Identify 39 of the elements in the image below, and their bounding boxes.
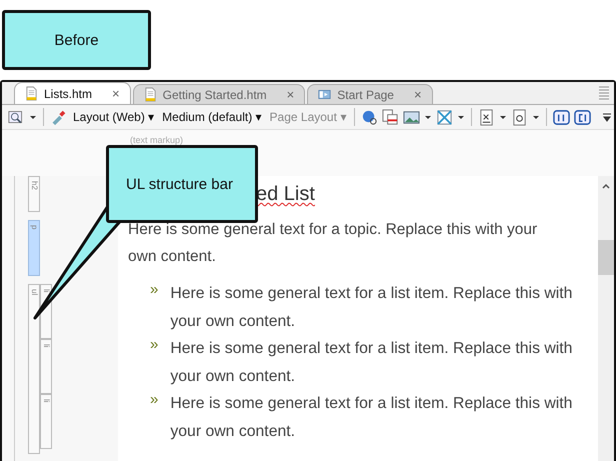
close-button[interactable]: × [112, 86, 120, 101]
list-item: Here is some general text for a list item. Replace this with your own content. [170, 394, 574, 442]
dropdown[interactable]: Layout (Web) ▾ [71, 110, 156, 124]
structure-bar[interactable]: h2 [28, 176, 40, 212]
close-button[interactable]: × [286, 87, 294, 102]
structure-bar[interactable]: ul [28, 284, 40, 454]
structure-bar[interactable]: li [40, 339, 52, 394]
callout: Before [2, 10, 151, 70]
document-icon [144, 87, 157, 102]
scroll-up-icon[interactable] [601, 182, 611, 190]
copy-icon[interactable] [382, 108, 400, 126]
document-icon [25, 86, 38, 101]
caret-icon[interactable] [29, 113, 37, 121]
tab[interactable]: Getting Started.htm × [132, 84, 306, 104]
bullet-icon: » [150, 390, 158, 445]
scrollbar[interactable] [598, 176, 614, 461]
preview-icon[interactable] [8, 108, 25, 126]
caret-icon[interactable] [457, 113, 466, 121]
image-icon[interactable] [403, 108, 420, 126]
dropdown[interactable]: Medium (default) ▾ [160, 110, 264, 124]
bullet-icon: » [150, 280, 158, 335]
paragraph: Here is some general text for a topic. Replace this with your own content. [128, 220, 538, 267]
scroll-thumb[interactable] [598, 240, 614, 275]
tab[interactable]: Start Page × [307, 84, 433, 104]
list-item: Here is some general text for a list item. Replace this with your own content. [170, 284, 574, 332]
brush-icon[interactable] [50, 108, 67, 126]
caret-icon[interactable] [532, 113, 540, 121]
start-page-icon [318, 87, 332, 102]
callout: UL structure bar [106, 145, 258, 223]
tab[interactable]: Lists.htm × [14, 82, 131, 104]
table-icon[interactable] [436, 108, 454, 126]
close-button[interactable]: × [414, 87, 422, 102]
list-item: Here is some general text for a list item. Replace this with your own content. [170, 339, 574, 386]
structure-bar[interactable]: p [28, 220, 40, 276]
caret-icon[interactable] [424, 113, 432, 121]
structure-bar[interactable]: li [40, 394, 52, 449]
bullet-icon: » [150, 335, 158, 390]
caret-icon[interactable] [499, 113, 508, 121]
markup-label: (text markup) [130, 135, 184, 145]
